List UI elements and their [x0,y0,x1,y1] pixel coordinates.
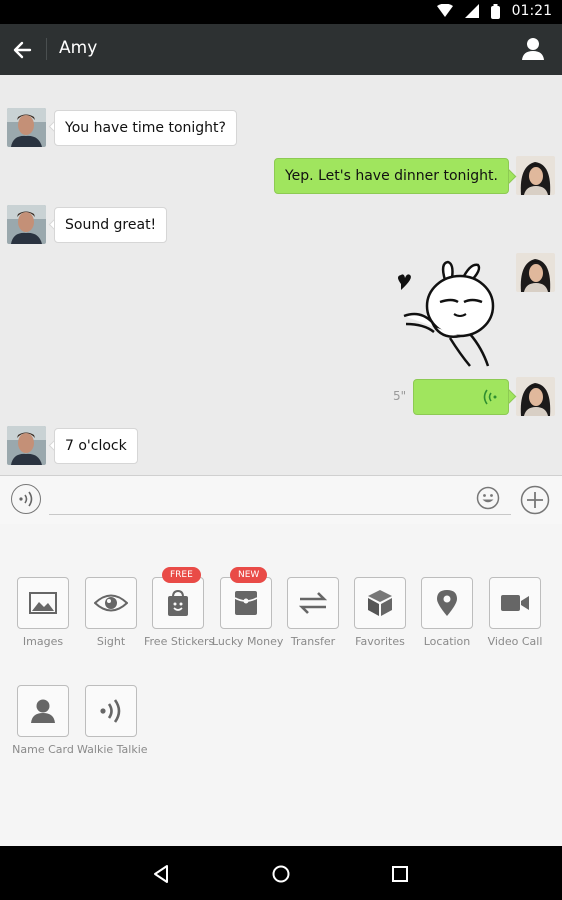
system-navigation-bar [0,846,562,900]
female-avatar-image [516,253,555,292]
person-icon [31,699,55,723]
cube-icon [368,590,392,616]
tool-label: Name Card [12,743,74,756]
male-avatar-image [7,108,46,147]
tool-free-stickers-button[interactable] [152,577,204,629]
header-divider [46,38,47,60]
voice-message-bubble[interactable] [413,379,509,415]
avatar[interactable] [516,253,555,292]
message-input-bar [0,475,562,525]
avatar[interactable] [7,108,46,147]
sticker-bag-icon [168,589,188,616]
signal-icon [464,4,479,18]
male-avatar-image [7,426,46,465]
red-packet-icon [234,591,258,615]
image-icon [29,592,57,614]
tool-transfer-button[interactable] [287,577,339,629]
voice-wave-icon [483,389,497,405]
tool-favorites[interactable]: Favorites [346,577,414,648]
tool-sight-button[interactable] [85,577,137,629]
voice-duration: 5" [393,389,407,403]
back-arrow-icon[interactable] [10,37,36,63]
avatar[interactable] [516,156,555,195]
new-tag-badge: NEW [230,567,268,583]
status-icons: 01:21 [436,3,552,19]
tool-favorites-button[interactable] [354,577,406,629]
message-bubble[interactable]: 7 o'clock [54,428,138,464]
wifi-icon [436,4,453,17]
tool-label: Walkie Talkie [77,743,148,756]
tool-lucky-money-button[interactable] [220,577,272,629]
eye-icon [94,594,128,612]
tool-label: Lucky Money [212,635,284,648]
male-avatar-image [7,205,46,244]
tool-sight[interactable]: Sight [77,577,145,648]
message-bubble[interactable]: You have time tonight? [54,110,237,146]
tool-images[interactable]: Images [9,577,77,648]
transfer-icon [298,592,328,614]
female-avatar-image [516,156,555,195]
bunny-sticker[interactable] [390,258,502,370]
tool-lucky-money[interactable]: NEW Lucky Money [212,567,284,648]
tool-transfer[interactable]: Transfer [279,577,347,648]
tool-label: Sight [96,635,126,648]
tool-label: Favorites [355,635,405,648]
tool-video-call[interactable]: Video Call [481,577,549,648]
tool-free-stickers[interactable]: FREE Free Stickers [144,567,215,648]
tool-name-card-button[interactable] [17,685,69,737]
attachment-panel: Images Sight FREE Free Stickers NEW Luck… [0,524,562,846]
tool-walkie-talkie[interactable]: Walkie Talkie [77,685,148,756]
free-tag-badge: FREE [162,567,201,583]
emoji-icon[interactable] [476,486,500,510]
location-pin-icon [437,590,457,616]
tool-location-button[interactable] [421,577,473,629]
tool-label: Free Stickers [144,635,215,648]
plus-icon[interactable] [520,485,550,515]
message-list[interactable]: You have time tonight? Yep. Let's have d… [0,75,562,475]
message-bubble[interactable]: Sound great! [54,207,168,243]
nav-back-icon[interactable] [150,863,172,885]
tool-images-button[interactable] [17,577,69,629]
status-bar: 01:21 [0,0,562,24]
tool-label: Video Call [487,635,543,648]
tool-label: Transfer [290,635,336,648]
chat-header: Amy [0,24,562,75]
nav-recents-icon[interactable] [389,863,411,885]
nav-home-icon[interactable] [270,863,292,885]
voice-wave-icon [19,491,33,507]
message-text-input[interactable] [49,484,511,515]
status-time: 01:21 [511,3,552,19]
tool-video-call-button[interactable] [489,577,541,629]
battery-icon [490,3,500,19]
avatar[interactable] [7,426,46,465]
message-bubble[interactable]: Yep. Let's have dinner tonight. [273,158,509,194]
tool-label: Location [423,635,471,648]
tool-label: Images [22,635,64,648]
female-avatar-image [516,377,555,416]
walkie-talkie-icon [100,699,121,723]
contact-profile-icon[interactable] [520,36,546,62]
video-camera-icon [501,595,529,611]
avatar[interactable] [7,205,46,244]
voice-input-button[interactable] [11,484,41,514]
tool-name-card[interactable]: Name Card [9,685,77,756]
avatar[interactable] [516,377,555,416]
tool-walkie-talkie-button[interactable] [85,685,137,737]
tool-location[interactable]: Location [413,577,481,648]
chat-title: Amy [59,38,98,58]
